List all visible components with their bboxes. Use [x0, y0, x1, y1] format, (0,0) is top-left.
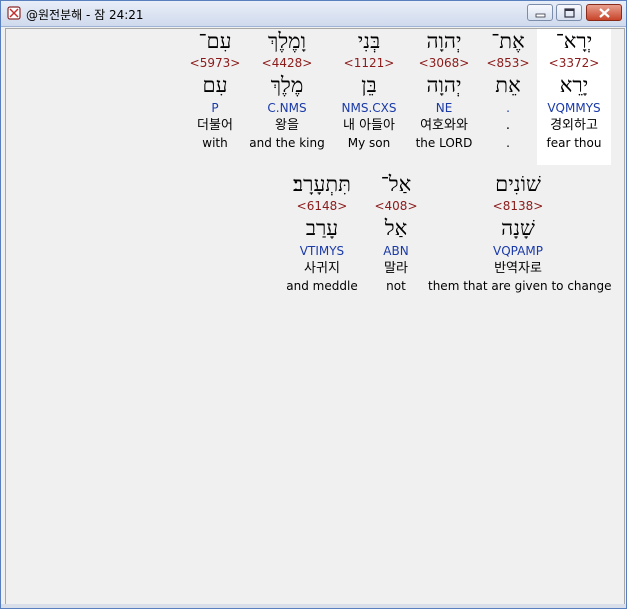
- morphology-code[interactable]: NMS.CXS: [333, 99, 405, 117]
- hebrew-word: בְּנִי: [357, 29, 381, 53]
- strong-number[interactable]: <4428>: [246, 55, 328, 71]
- maximize-icon: [564, 8, 575, 18]
- hebrew-word: שׁוֹנִים: [495, 172, 541, 196]
- english-gloss: with: [202, 136, 228, 150]
- morphology-code[interactable]: VQMMYS: [537, 99, 611, 117]
- bottom-border: [1, 604, 626, 608]
- word-cell[interactable]: שׁוֹנִים <8138> שָׁנָה VQPAMP 반역자로 them …: [428, 172, 612, 308]
- korean-gloss: 왕을: [275, 118, 299, 133]
- english-gloss: .: [506, 136, 510, 150]
- korean-gloss: 내 아들아: [343, 118, 395, 133]
- english-gloss: the LORD: [415, 136, 473, 150]
- hebrew-lemma: מֶלֶךְ: [270, 73, 304, 97]
- hebrew-lemma: יְהוָה: [426, 73, 462, 97]
- english-gloss: fear thou: [546, 136, 602, 150]
- hebrew-word: וָמֶלֶךְ: [268, 29, 306, 53]
- morphology-code[interactable]: NE: [408, 99, 480, 117]
- strong-number[interactable]: <3068>: [408, 55, 480, 71]
- hebrew-lemma: עָרַב: [305, 216, 339, 240]
- hebrew-word: אֶת־: [491, 29, 525, 53]
- word-cell[interactable]: וָמֶלֶךְ <4428> מֶלֶךְ C.NMS 왕을 and the …: [246, 29, 328, 165]
- english-gloss: them that are given to change: [428, 279, 612, 293]
- strong-number[interactable]: <5973>: [188, 55, 242, 71]
- english-gloss: and the king: [249, 136, 325, 150]
- word-cell[interactable]: יְהוָה <3068> יְהוָה NE 여호와와 the LORD: [408, 29, 480, 165]
- interlinear-view: יְרָא־ <3372> יָרֵא VQMMYS 경외하고 fear tho…: [5, 28, 625, 606]
- strong-number[interactable]: <1121>: [333, 55, 405, 71]
- strong-number[interactable]: <3372>: [537, 55, 611, 71]
- korean-gloss: 반역자로: [494, 261, 542, 276]
- hebrew-word: תִּתְעָרָב׃: [293, 172, 351, 196]
- strong-number[interactable]: <8138>: [428, 198, 608, 214]
- english-gloss: and meddle: [286, 279, 358, 293]
- close-button[interactable]: [586, 4, 622, 21]
- morphology-code[interactable]: .: [481, 99, 535, 117]
- word-cell[interactable]: אַל־ <408> אַל ABN 말라 not: [368, 172, 424, 308]
- close-icon: [599, 8, 610, 18]
- minimize-button[interactable]: [527, 4, 553, 21]
- minimize-icon: [535, 13, 546, 18]
- word-cell[interactable]: יְרָא־ <3372> יָרֵא VQMMYS 경외하고 fear tho…: [537, 29, 611, 165]
- korean-gloss: 말라: [384, 261, 408, 276]
- hebrew-word: אַל־: [380, 172, 412, 196]
- hebrew-lemma: יָרֵא: [559, 73, 589, 97]
- word-cell[interactable]: עִם־ <5973> עִם P 더불어 with: [188, 29, 242, 165]
- hebrew-lemma: בֵּן: [361, 73, 377, 97]
- word-cell[interactable]: אֶת־ <853> אֵת . . .: [481, 29, 535, 165]
- hebrew-word: יְהוָה: [426, 29, 462, 53]
- morphology-code[interactable]: P: [188, 99, 242, 117]
- hebrew-lemma: שָׁנָה: [501, 216, 535, 240]
- app-window: @원전분해 - 잠 24:21 יְרָא־ <3372> יָרֵא VQMM…: [0, 0, 627, 609]
- maximize-button[interactable]: [556, 4, 582, 21]
- word-cell[interactable]: תִּתְעָרָב׃ <6148> עָרַב VTIMYS 사귀지 and …: [282, 172, 362, 308]
- morphology-code[interactable]: ABN: [368, 242, 424, 260]
- title-bar[interactable]: @원전분해 - 잠 24:21: [1, 1, 626, 27]
- morphology-code[interactable]: C.NMS: [246, 99, 328, 117]
- english-gloss: My son: [347, 136, 391, 150]
- bible-app-icon: [7, 6, 21, 20]
- korean-gloss: .: [505, 118, 511, 133]
- strong-number[interactable]: <853>: [481, 55, 535, 71]
- strong-number[interactable]: <408>: [368, 198, 424, 214]
- strong-number[interactable]: <6148>: [282, 198, 362, 214]
- korean-gloss: 사귀지: [304, 261, 340, 276]
- hebrew-lemma: עִם: [202, 73, 228, 97]
- korean-gloss: 여호와와: [420, 118, 468, 133]
- window-title: @원전분해 - 잠 24:21: [26, 8, 144, 22]
- hebrew-lemma: אַל: [384, 216, 408, 240]
- korean-gloss: 더불어: [197, 118, 233, 133]
- hebrew-word: יְרָא־: [555, 29, 593, 53]
- morphology-code[interactable]: VTIMYS: [282, 242, 362, 260]
- hebrew-lemma: אֵת: [495, 73, 521, 97]
- korean-gloss: 경외하고: [550, 118, 598, 133]
- morphology-code[interactable]: VQPAMP: [428, 242, 608, 260]
- hebrew-word: עִם־: [198, 29, 232, 53]
- word-cell[interactable]: בְּנִי <1121> בֵּן NMS.CXS 내 아들아 My son: [333, 29, 405, 165]
- english-gloss: not: [386, 279, 406, 293]
